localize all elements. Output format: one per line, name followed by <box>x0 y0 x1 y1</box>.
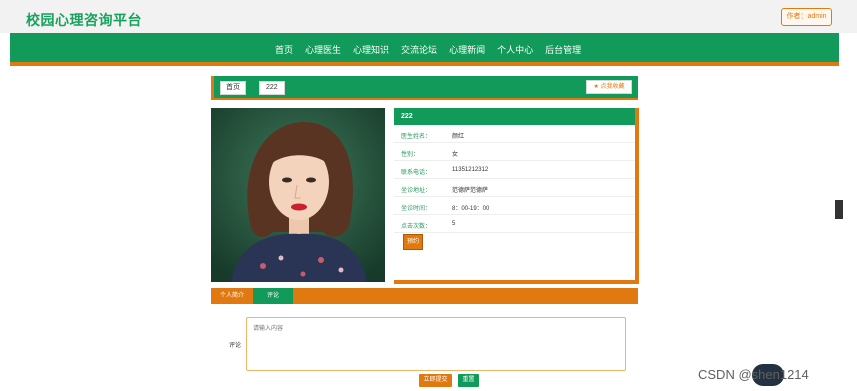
main-nav: 首页 心理医生 心理知识 交流论坛 心理新闻 个人中心 后台管理 <box>10 33 839 66</box>
field-value: 范德萨范德萨 <box>452 188 489 194</box>
side-handle[interactable] <box>835 200 843 219</box>
doctor-info-card: 222 医生姓名： 颜红 性别： 女 联系电话： 11351212312 坐诊地… <box>394 108 639 284</box>
field-label: 坐诊时间： <box>401 206 432 212</box>
comment-input[interactable] <box>246 317 626 371</box>
star-icon: ★ <box>593 84 599 90</box>
nav-item-news[interactable]: 心理新闻 <box>449 43 485 56</box>
author-badge: 作者：admin <box>781 8 832 26</box>
favorite-label: 点我收藏 <box>600 84 625 90</box>
field-label: 联系电话： <box>401 170 432 176</box>
nav-item-home[interactable]: 首页 <box>275 43 293 56</box>
field-label: 坐诊地址： <box>401 188 432 194</box>
top-bar: 校园心理咨询平台 作者：admin <box>0 0 857 33</box>
nav-item-admin[interactable]: 后台管理 <box>545 43 581 56</box>
field-row-clicks: 点击次数： 5 <box>394 215 635 233</box>
field-label: 性别： <box>401 152 420 158</box>
field-row-gender: 性别： 女 <box>394 143 635 161</box>
field-row-name: 医生姓名： 颜红 <box>394 125 635 143</box>
field-value: 5 <box>452 221 456 227</box>
doctor-photo <box>211 108 385 282</box>
breadcrumb: 首页 222 <box>211 76 638 100</box>
field-row-address: 坐诊地址： 范德萨范德萨 <box>394 179 635 197</box>
breadcrumb-home[interactable]: 首页 <box>220 81 246 95</box>
comment-label: 评论 <box>229 343 242 349</box>
nav-item-profile[interactable]: 个人中心 <box>497 43 533 56</box>
detail-tabs: 个人简介 评论 <box>211 288 638 304</box>
favorite-button[interactable]: ★ 点我收藏 <box>586 80 632 94</box>
tab-intro[interactable]: 个人简介 <box>211 288 253 304</box>
doctor-name-header: 222 <box>394 108 635 125</box>
tab-comments[interactable]: 评论 <box>253 288 293 304</box>
field-row-hours: 坐诊时间： 8：00-19：00 <box>394 197 635 215</box>
submit-button[interactable]: 立即提交 <box>419 374 452 387</box>
breadcrumb-current: 222 <box>259 81 285 95</box>
field-value: 颜红 <box>452 134 465 140</box>
field-row-phone: 联系电话： 11351212312 <box>394 161 635 179</box>
field-value: 8：00-19：00 <box>452 206 490 212</box>
nav-item-knowledge[interactable]: 心理知识 <box>353 43 389 56</box>
field-label: 点击次数： <box>401 224 432 230</box>
reset-button[interactable]: 重置 <box>458 374 479 387</box>
field-value: 女 <box>452 152 459 158</box>
site-title: 校园心理咨询平台 <box>26 12 142 28</box>
book-button[interactable]: 预约 <box>403 234 423 250</box>
field-value: 11351212312 <box>452 167 489 173</box>
nav-item-forum[interactable]: 交流论坛 <box>401 43 437 56</box>
field-label: 医生姓名： <box>401 134 432 140</box>
nav-item-doctors[interactable]: 心理医生 <box>305 43 341 56</box>
watermark: CSDN @shen1214 <box>698 367 809 382</box>
